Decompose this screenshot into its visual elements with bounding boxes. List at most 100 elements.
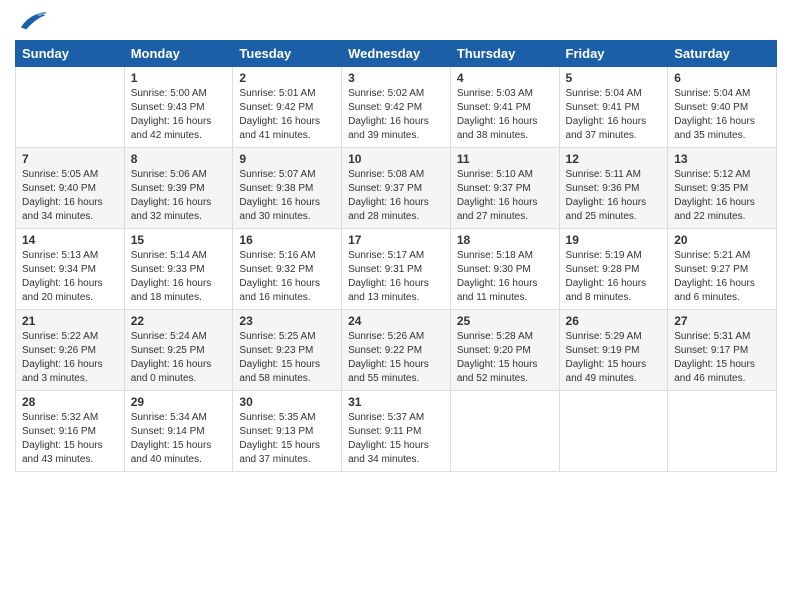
weekday-header-monday: Monday bbox=[124, 41, 233, 67]
day-number: 6 bbox=[674, 71, 770, 85]
day-number: 4 bbox=[457, 71, 553, 85]
day-number: 7 bbox=[22, 152, 118, 166]
day-info: Sunrise: 5:01 AM Sunset: 9:42 PM Dayligh… bbox=[239, 87, 335, 143]
day-number: 16 bbox=[239, 233, 335, 247]
calendar-cell: 23 Sunrise: 5:25 AM Sunset: 9:23 PM Dayli… bbox=[233, 310, 342, 391]
calendar-cell: 27 Sunrise: 5:31 AM Sunset: 9:17 PM Dayli… bbox=[668, 310, 777, 391]
week-row-1: 7 Sunrise: 5:05 AM Sunset: 9:40 PM Daylig… bbox=[16, 148, 777, 229]
day-info: Sunrise: 5:22 AM Sunset: 9:26 PM Dayligh… bbox=[22, 330, 118, 386]
calendar-cell: 8Sunrise: 5:06 AM Sunset: 9:39 PM Daylig… bbox=[124, 148, 233, 229]
day-number: 5 bbox=[566, 71, 662, 85]
calendar-cell: 22 Sunrise: 5:24 AM Sunset: 9:25 PM Dayli… bbox=[124, 310, 233, 391]
day-info: Sunrise: 5:16 AM Sunset: 9:32 PM Dayligh… bbox=[239, 249, 335, 305]
calendar-cell: 18 Sunrise: 5:18 AM Sunset: 9:30 PM Dayli… bbox=[450, 229, 559, 310]
weekday-header-row: SundayMondayTuesdayWednesdayThursdayFrid… bbox=[16, 41, 777, 67]
day-info: Sunrise: 5:25 AM Sunset: 9:23 PM Dayligh… bbox=[239, 330, 335, 386]
day-number: 10 bbox=[348, 152, 444, 166]
calendar-cell: 11 Sunrise: 5:10 AM Sunset: 9:37 PM Dayli… bbox=[450, 148, 559, 229]
calendar-cell bbox=[16, 67, 125, 148]
day-info: Sunrise: 5:11 AM Sunset: 9:36 PM Dayligh… bbox=[566, 168, 662, 224]
day-number: 22 bbox=[131, 314, 227, 328]
day-number: 24 bbox=[348, 314, 444, 328]
day-info: Sunrise: 5:31 AM Sunset: 9:17 PM Dayligh… bbox=[674, 330, 770, 386]
logo bbox=[15, 10, 49, 32]
calendar-page: SundayMondayTuesdayWednesdayThursdayFrid… bbox=[0, 0, 792, 612]
logo-bird-icon bbox=[19, 10, 47, 32]
day-info: Sunrise: 5:19 AM Sunset: 9:28 PM Dayligh… bbox=[566, 249, 662, 305]
day-number: 27 bbox=[674, 314, 770, 328]
day-info: Sunrise: 5:32 AM Sunset: 9:16 PM Dayligh… bbox=[22, 411, 118, 467]
day-number: 8 bbox=[131, 152, 227, 166]
calendar-cell: 12 Sunrise: 5:11 AM Sunset: 9:36 PM Dayli… bbox=[559, 148, 668, 229]
calendar-cell: 2 Sunrise: 5:01 AM Sunset: 9:42 PM Daylig… bbox=[233, 67, 342, 148]
calendar-cell: 6 Sunrise: 5:04 AM Sunset: 9:40 PM Daylig… bbox=[668, 67, 777, 148]
day-number: 9 bbox=[239, 152, 335, 166]
day-info: Sunrise: 5:13 AM Sunset: 9:34 PM Dayligh… bbox=[22, 249, 118, 305]
day-number: 17 bbox=[348, 233, 444, 247]
day-number: 19 bbox=[566, 233, 662, 247]
day-number: 3 bbox=[348, 71, 444, 85]
day-info: Sunrise: 5:12 AM Sunset: 9:35 PM Dayligh… bbox=[674, 168, 770, 224]
day-number: 12 bbox=[566, 152, 662, 166]
day-number: 26 bbox=[566, 314, 662, 328]
day-info: Sunrise: 5:04 AM Sunset: 9:41 PM Dayligh… bbox=[566, 87, 662, 143]
day-number: 23 bbox=[239, 314, 335, 328]
day-number: 31 bbox=[348, 395, 444, 409]
week-row-4: 28 Sunrise: 5:32 AM Sunset: 9:16 PM Dayli… bbox=[16, 391, 777, 472]
day-number: 29 bbox=[131, 395, 227, 409]
calendar-cell: 9 Sunrise: 5:07 AM Sunset: 9:38 PM Daylig… bbox=[233, 148, 342, 229]
header bbox=[15, 10, 777, 32]
day-info: Sunrise: 5:37 AM Sunset: 9:11 PM Dayligh… bbox=[348, 411, 444, 467]
day-number: 30 bbox=[239, 395, 335, 409]
day-info: Sunrise: 5:24 AM Sunset: 9:25 PM Dayligh… bbox=[131, 330, 227, 386]
calendar-cell: 20 Sunrise: 5:21 AM Sunset: 9:27 PM Dayli… bbox=[668, 229, 777, 310]
calendar-cell: 1Sunrise: 5:00 AM Sunset: 9:43 PM Daylig… bbox=[124, 67, 233, 148]
day-number: 28 bbox=[22, 395, 118, 409]
calendar-cell: 21 Sunrise: 5:22 AM Sunset: 9:26 PM Dayli… bbox=[16, 310, 125, 391]
day-number: 20 bbox=[674, 233, 770, 247]
day-number: 18 bbox=[457, 233, 553, 247]
day-number: 13 bbox=[674, 152, 770, 166]
day-number: 21 bbox=[22, 314, 118, 328]
day-info: Sunrise: 5:05 AM Sunset: 9:40 PM Dayligh… bbox=[22, 168, 118, 224]
calendar-cell: 24 Sunrise: 5:26 AM Sunset: 9:22 PM Dayli… bbox=[342, 310, 451, 391]
calendar-cell bbox=[668, 391, 777, 472]
day-info: Sunrise: 5:10 AM Sunset: 9:37 PM Dayligh… bbox=[457, 168, 553, 224]
day-info: Sunrise: 5:21 AM Sunset: 9:27 PM Dayligh… bbox=[674, 249, 770, 305]
calendar-cell: 10 Sunrise: 5:08 AM Sunset: 9:37 PM Dayli… bbox=[342, 148, 451, 229]
calendar-cell: 13 Sunrise: 5:12 AM Sunset: 9:35 PM Dayli… bbox=[668, 148, 777, 229]
day-info: Sunrise: 5:04 AM Sunset: 9:40 PM Dayligh… bbox=[674, 87, 770, 143]
calendar-cell: 17 Sunrise: 5:17 AM Sunset: 9:31 PM Dayli… bbox=[342, 229, 451, 310]
calendar-cell: 26Sunrise: 5:29 AM Sunset: 9:19 PM Dayli… bbox=[559, 310, 668, 391]
week-row-0: 1Sunrise: 5:00 AM Sunset: 9:43 PM Daylig… bbox=[16, 67, 777, 148]
calendar-cell: 30 Sunrise: 5:35 AM Sunset: 9:13 PM Dayli… bbox=[233, 391, 342, 472]
day-info: Sunrise: 5:35 AM Sunset: 9:13 PM Dayligh… bbox=[239, 411, 335, 467]
weekday-header-friday: Friday bbox=[559, 41, 668, 67]
day-info: Sunrise: 5:03 AM Sunset: 9:41 PM Dayligh… bbox=[457, 87, 553, 143]
calendar-cell: 25Sunrise: 5:28 AM Sunset: 9:20 PM Dayli… bbox=[450, 310, 559, 391]
calendar-cell: 16 Sunrise: 5:16 AM Sunset: 9:32 PM Dayli… bbox=[233, 229, 342, 310]
calendar-cell: 5 Sunrise: 5:04 AM Sunset: 9:41 PM Daylig… bbox=[559, 67, 668, 148]
calendar-cell: 4 Sunrise: 5:03 AM Sunset: 9:41 PM Daylig… bbox=[450, 67, 559, 148]
day-info: Sunrise: 5:07 AM Sunset: 9:38 PM Dayligh… bbox=[239, 168, 335, 224]
calendar-cell: 28 Sunrise: 5:32 AM Sunset: 9:16 PM Dayli… bbox=[16, 391, 125, 472]
calendar-table: SundayMondayTuesdayWednesdayThursdayFrid… bbox=[15, 40, 777, 472]
weekday-header-wednesday: Wednesday bbox=[342, 41, 451, 67]
calendar-cell: 15Sunrise: 5:14 AM Sunset: 9:33 PM Dayli… bbox=[124, 229, 233, 310]
day-number: 2 bbox=[239, 71, 335, 85]
day-number: 25 bbox=[457, 314, 553, 328]
calendar-cell: 29Sunrise: 5:34 AM Sunset: 9:14 PM Dayli… bbox=[124, 391, 233, 472]
week-row-3: 21 Sunrise: 5:22 AM Sunset: 9:26 PM Dayli… bbox=[16, 310, 777, 391]
calendar-cell bbox=[450, 391, 559, 472]
day-info: Sunrise: 5:26 AM Sunset: 9:22 PM Dayligh… bbox=[348, 330, 444, 386]
calendar-cell: 14Sunrise: 5:13 AM Sunset: 9:34 PM Dayli… bbox=[16, 229, 125, 310]
day-info: Sunrise: 5:17 AM Sunset: 9:31 PM Dayligh… bbox=[348, 249, 444, 305]
calendar-cell bbox=[559, 391, 668, 472]
day-info: Sunrise: 5:18 AM Sunset: 9:30 PM Dayligh… bbox=[457, 249, 553, 305]
weekday-header-thursday: Thursday bbox=[450, 41, 559, 67]
day-number: 11 bbox=[457, 152, 553, 166]
day-info: Sunrise: 5:08 AM Sunset: 9:37 PM Dayligh… bbox=[348, 168, 444, 224]
weekday-header-tuesday: Tuesday bbox=[233, 41, 342, 67]
calendar-cell: 3 Sunrise: 5:02 AM Sunset: 9:42 PM Daylig… bbox=[342, 67, 451, 148]
day-info: Sunrise: 5:02 AM Sunset: 9:42 PM Dayligh… bbox=[348, 87, 444, 143]
